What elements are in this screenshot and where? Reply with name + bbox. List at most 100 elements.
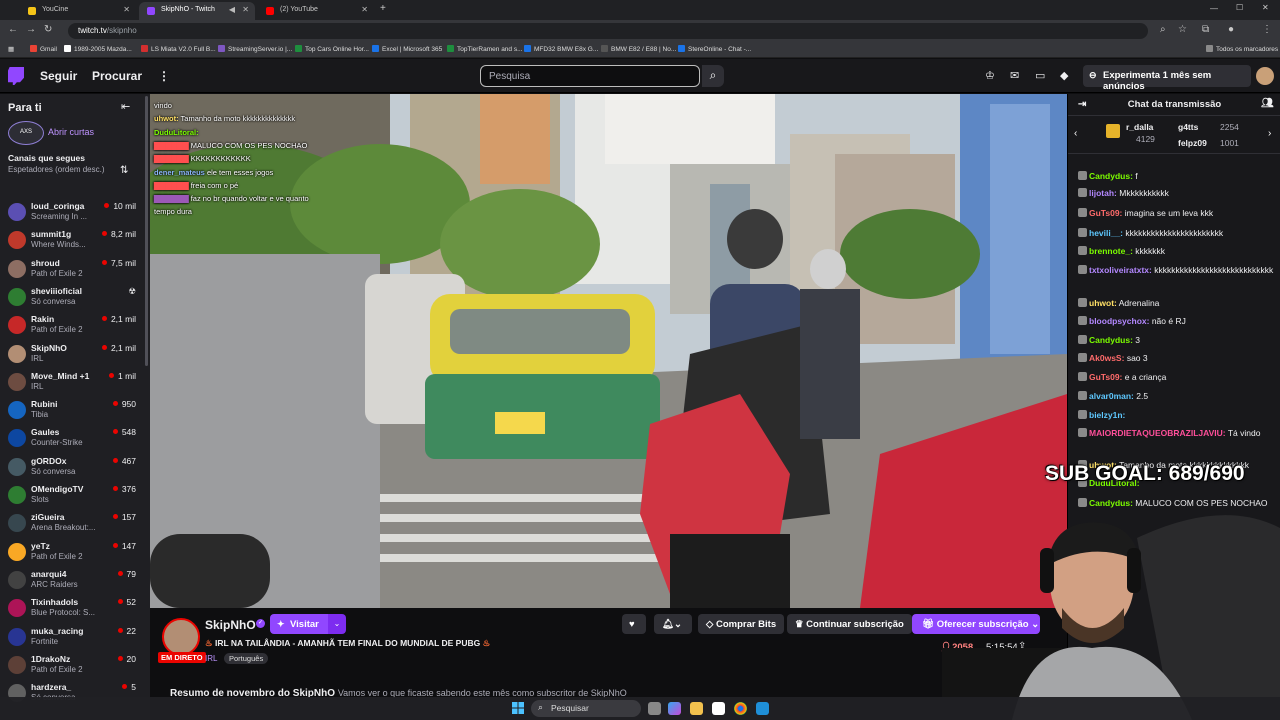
- new-tab-button[interactable]: +: [380, 3, 386, 14]
- followed-channel-item[interactable]: Gaules Counter-Strike 548: [0, 424, 150, 452]
- collapse-sidebar-icon[interactable]: ⇤: [121, 100, 130, 113]
- bookmark-item[interactable]: TopTierRamen and s...: [447, 45, 523, 53]
- chat-message[interactable]: hevili__: kkkkkkkkkkkkkkkkkkkkkkk: [1078, 227, 1274, 240]
- followed-channel-item[interactable]: gORDOx Só conversa 467: [0, 453, 150, 481]
- followed-channel-item[interactable]: ziGueira Arena Breakout:... 157: [0, 509, 150, 537]
- ad-free-promo-button[interactable]: ⊖ Experimenta 1 mês sem anúncios: [1083, 65, 1251, 92]
- chat-message[interactable]: lijotah: Mkkkkkkkkkk: [1078, 187, 1274, 200]
- sidebar-scrollbar[interactable]: [145, 96, 148, 366]
- store-icon[interactable]: [712, 702, 725, 715]
- chat-message[interactable]: bielzy1n:: [1078, 409, 1274, 422]
- forward-icon[interactable]: →: [26, 24, 36, 35]
- prime-crown-icon[interactable]: ♔: [985, 69, 995, 82]
- followed-channel-item[interactable]: muka_racing Fortnite 22: [0, 623, 150, 651]
- visit-button[interactable]: ✦ Visitar: [270, 614, 332, 634]
- chat-message[interactable]: GuTs09: e a criança: [1078, 371, 1274, 384]
- shorts-avatar[interactable]: AXS: [8, 121, 44, 145]
- chat-message[interactable]: Candydus: 3: [1078, 334, 1274, 347]
- close-tab-icon[interactable]: ✕: [242, 5, 249, 14]
- followed-channel-item[interactable]: OMendigoTV Slots 376: [0, 481, 150, 509]
- more-menu-icon[interactable]: ⋮: [158, 69, 170, 83]
- twitch-logo-icon[interactable]: [8, 67, 24, 85]
- url-input[interactable]: twitch.tv/skipnho: [68, 23, 1148, 39]
- followed-channel-item[interactable]: 1DrakoNz Path of Exile 2 20: [0, 651, 150, 679]
- bookmark-item[interactable]: Top Cars Online Hor...: [295, 45, 369, 53]
- chevron-right-icon[interactable]: ›: [1268, 128, 1271, 139]
- apps-grid-icon[interactable]: ▦: [8, 45, 14, 53]
- followed-channel-item[interactable]: Move_Mind +1 IRL 1 mil: [0, 368, 150, 396]
- copilot-icon[interactable]: [668, 702, 681, 715]
- browser-tab-youtube[interactable]: (2) YouTube ✕: [258, 2, 374, 20]
- profile-icon[interactable]: ●: [1228, 24, 1234, 35]
- bookmark-item[interactable]: LS Miata V2.0 Full B...: [141, 45, 216, 53]
- visit-dropdown-chevron-icon[interactable]: ⌄: [328, 614, 346, 634]
- video-player[interactable]: vindo uhwot: Tamanho da moto kkkkkkkkkkkk…: [150, 94, 1067, 608]
- notifications-button[interactable]: 🔔︎⌄: [654, 614, 692, 634]
- bookmark-item[interactable]: MFD32 BMW E8x G...: [524, 45, 598, 53]
- chat-message[interactable]: Candydus: f: [1078, 170, 1274, 183]
- continue-subscription-button[interactable]: ♛ Continuar subscrição: [787, 614, 912, 634]
- all-bookmarks-folder[interactable]: Todos os marcadores: [1206, 45, 1278, 53]
- followed-channel-item[interactable]: yeTz Path of Exile 2 147: [0, 538, 150, 566]
- back-icon[interactable]: ←: [8, 24, 18, 35]
- channel-avatar[interactable]: [162, 618, 200, 656]
- user-avatar[interactable]: [1256, 67, 1274, 85]
- chevron-left-icon[interactable]: ‹: [1074, 128, 1077, 139]
- leaderboard-name[interactable]: g4tts: [1178, 122, 1198, 132]
- leaderboard-name[interactable]: felpz09: [1178, 138, 1207, 148]
- followed-channel-item[interactable]: anarqui4 ARC Raiders 79: [0, 566, 150, 594]
- followed-channel-item[interactable]: Rubini Tibia 950: [0, 396, 150, 424]
- chat-message[interactable]: MAIORDIETAQUEOBRAZILJAVIU: Tá vindo: [1078, 427, 1274, 440]
- zoom-icon[interactable]: ⌕: [1160, 24, 1166, 35]
- followed-channel-item[interactable]: Tixinhadols Blue Protocol: S... 52: [0, 594, 150, 622]
- bookmark-item[interactable]: Gmail: [30, 45, 57, 53]
- close-tab-icon[interactable]: ✕: [123, 5, 130, 14]
- windows-start-icon[interactable]: [512, 702, 524, 714]
- follow-heart-button[interactable]: ♥: [622, 614, 646, 634]
- task-view-icon[interactable]: [648, 702, 661, 715]
- chat-message[interactable]: bloodpsychox: não é RJ: [1078, 315, 1274, 328]
- open-shorts-link[interactable]: Abrir curtas: [48, 127, 94, 137]
- chat-message[interactable]: Ak0wsS: sao 3: [1078, 352, 1274, 365]
- browser-menu-icon[interactable]: ⋮: [1262, 24, 1272, 35]
- browse-link[interactable]: Procurar: [92, 69, 142, 83]
- collapse-chat-icon[interactable]: ⇥: [1078, 99, 1086, 110]
- chat-message[interactable]: GuTs09: imagina se um leva kkk: [1078, 207, 1274, 220]
- bookmark-item[interactable]: BMW E82 / E88 | No...: [601, 45, 676, 53]
- bits-icon[interactable]: ◆: [1060, 69, 1068, 82]
- followed-channel-item[interactable]: sheviiioficial Só conversa ☢: [0, 283, 150, 311]
- chat-message[interactable]: alvar0man: 2.5: [1078, 390, 1274, 403]
- file-explorer-icon[interactable]: [690, 702, 703, 715]
- minimize-button[interactable]: —: [1210, 4, 1218, 13]
- browser-tab-twitch[interactable]: SkipNhO - Twitch ◀ ✕: [139, 2, 255, 20]
- buy-bits-button[interactable]: ◇ Comprar Bits: [698, 614, 785, 634]
- leaderboard-name[interactable]: r_dalla: [1126, 122, 1153, 132]
- close-window-button[interactable]: ✕: [1262, 3, 1269, 12]
- chat-message[interactable]: uhwot: Adrenalina: [1078, 297, 1274, 310]
- search-icon[interactable]: ⌕: [702, 65, 724, 87]
- chrome-icon[interactable]: [734, 702, 747, 715]
- bookmark-item[interactable]: 1989-2005 Mazda...: [64, 45, 132, 53]
- followed-channel-item[interactable]: loud_coringa Screaming In ... 10 mil: [0, 198, 150, 226]
- follow-link[interactable]: Seguir: [40, 69, 77, 83]
- app-icon[interactable]: [756, 702, 769, 715]
- language-tag[interactable]: Português: [224, 653, 269, 664]
- bookmark-item[interactable]: StereOnline - Chat -...: [678, 45, 751, 53]
- channel-name[interactable]: SkipNhO: [205, 618, 256, 632]
- chat-message[interactable]: txtxoliveiratxtx: kkkkkkkkkkkkkkkkkkkkkk…: [1078, 264, 1274, 277]
- bookmark-item[interactable]: StreamingServer.io |...: [218, 45, 292, 53]
- followed-channel-item[interactable]: Rakin Path of Exile 2 2,1 mil: [0, 311, 150, 339]
- bookmark-item[interactable]: Excel | Microsoft 365: [372, 45, 442, 53]
- chat-users-icon[interactable]: 👥︎: [1261, 98, 1274, 109]
- browser-tab-youcine[interactable]: YouCine ✕: [20, 2, 136, 20]
- maximize-button[interactable]: ☐: [1236, 3, 1243, 12]
- speaker-icon[interactable]: ◀: [229, 5, 235, 14]
- followed-channel-item[interactable]: SkipNhO IRL 2,1 mil: [0, 340, 150, 368]
- followed-channel-item[interactable]: shroud Path of Exile 2 7,5 mil: [0, 255, 150, 283]
- sort-icon[interactable]: ⇅: [120, 165, 128, 176]
- followed-channel-item[interactable]: summit1g Where Winds... 8,2 mil: [0, 226, 150, 254]
- bookmark-star-icon[interactable]: ☆: [1178, 24, 1187, 35]
- search-input[interactable]: Pesquisa: [480, 65, 700, 87]
- whispers-icon[interactable]: ▭: [1035, 69, 1045, 82]
- taskbar-search-input[interactable]: ⌕ Pesquisar: [531, 700, 641, 717]
